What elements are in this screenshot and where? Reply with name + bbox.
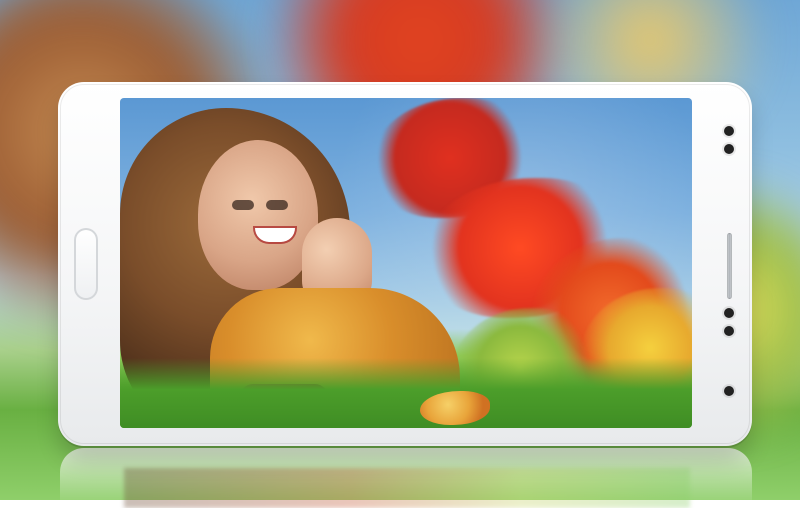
front-flash-icon	[724, 386, 734, 396]
proximity-sensor-icon	[724, 144, 734, 154]
woman-face	[198, 140, 318, 290]
grass	[120, 358, 692, 428]
screen-photo	[120, 98, 692, 428]
front-camera-icon	[724, 126, 734, 136]
phone-screen	[120, 98, 692, 428]
home-button[interactable]	[74, 228, 98, 300]
sensor-dot-icon	[724, 308, 734, 318]
smartphone	[58, 82, 752, 446]
woman-eye	[266, 200, 288, 210]
sensor-dot-icon	[724, 326, 734, 336]
screen-reflection	[124, 468, 690, 508]
woman-eye	[232, 200, 254, 210]
earpiece-speaker	[727, 233, 732, 299]
